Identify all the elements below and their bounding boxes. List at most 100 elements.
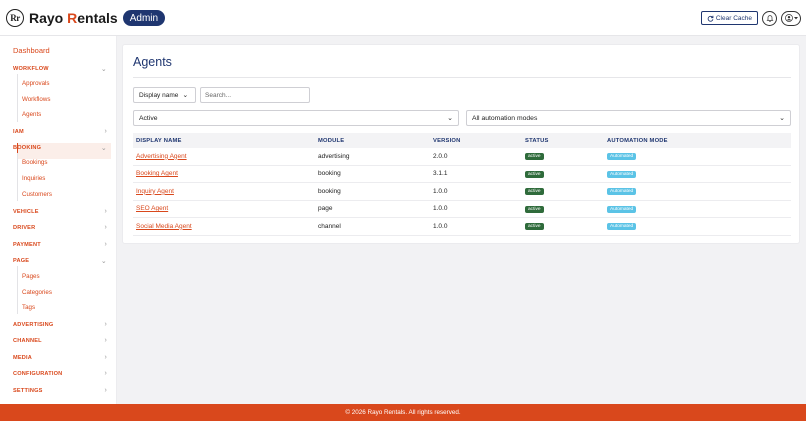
section-label: DRIVER <box>13 224 36 231</box>
sidebar-item-approvals[interactable]: Approvals <box>22 80 110 87</box>
module-cell: advertising <box>318 152 350 160</box>
search-input[interactable] <box>200 87 310 103</box>
chevron-right-icon: › <box>104 337 107 344</box>
sidebar-section-payment[interactable]: PAYMENT › <box>13 241 107 248</box>
brand-r: R <box>67 10 78 26</box>
table-row: Social Media Agent channel 1.0.0 active … <box>133 218 791 236</box>
sidebar-section-workflow[interactable]: WORKFLOW ⌄ <box>13 65 107 73</box>
automation-badge: Automated <box>607 205 637 213</box>
section-label: IAM <box>13 128 24 135</box>
status-badge: active <box>525 188 544 196</box>
module-cell: booking <box>318 170 341 178</box>
section-label: ADVERTISING <box>13 321 54 328</box>
chevron-down-icon: ⌄ <box>779 115 785 122</box>
status-badge: active <box>525 170 544 178</box>
sidebar-section-advertising[interactable]: ADVERTISING › <box>13 321 107 328</box>
table-row: Inquiry Agent booking 1.0.0 active Autom… <box>133 183 791 201</box>
table-row: Advertising Agent advertising 2.0.0 acti… <box>133 148 791 166</box>
chevron-down-icon: ⌄ <box>447 115 453 122</box>
section-label: BOOKING <box>13 145 42 151</box>
brand-first: Rayo <box>29 10 68 26</box>
sidebar-item-tags[interactable]: Tags <box>22 304 110 311</box>
submenu-line <box>17 153 18 201</box>
sidebar-section-booking[interactable]: BOOKING ⌄ <box>13 144 107 152</box>
section-label: PAGE <box>13 258 30 264</box>
caret-down-icon <box>793 17 798 20</box>
sort-select[interactable]: Display name ⌄ <box>133 87 196 103</box>
sidebar-section-media[interactable]: MEDIA › <box>13 354 107 361</box>
section-label: PAYMENT <box>13 241 41 248</box>
version-cell: 1.0.0 <box>433 187 448 195</box>
sidebar-item-inquiries[interactable]: Inquiries <box>22 175 110 182</box>
agents-card: Agents Display name ⌄ Active ⌄ All autom… <box>122 44 800 244</box>
admin-badge: Admin <box>122 10 166 26</box>
column-header[interactable]: DISPLAY NAME <box>133 138 318 144</box>
chevron-right-icon: › <box>104 387 107 394</box>
sidebar: Dashboard WORKFLOW ⌄ Approvals Workflows … <box>0 36 117 404</box>
agent-link[interactable]: Inquiry Agent <box>136 188 174 195</box>
clear-cache-button[interactable]: Clear Cache <box>700 11 758 25</box>
module-cell: booking <box>318 187 341 195</box>
column-header[interactable]: AUTOMATION MODE <box>607 138 791 144</box>
title-divider <box>133 77 791 78</box>
header-actions: Clear Cache <box>700 10 801 26</box>
version-cell: 3.1.1 <box>433 170 448 178</box>
table-row: SEO Agent page 1.0.0 active Automated <box>133 201 791 218</box>
automation-mode-value: All automation modes <box>472 114 538 122</box>
sidebar-section-iam[interactable]: IAM › <box>13 128 107 135</box>
status-filter-select[interactable]: Active ⌄ <box>133 110 459 126</box>
logo-icon: Rr <box>6 9 24 27</box>
sidebar-section-page[interactable]: PAGE ⌄ <box>13 257 107 265</box>
notifications-button[interactable] <box>762 10 777 26</box>
agent-link[interactable]: Social Media Agent <box>136 223 192 230</box>
sidebar-item-dashboard[interactable]: Dashboard <box>13 46 130 55</box>
chevron-right-icon: › <box>104 241 107 248</box>
automation-badge: Automated <box>607 223 637 231</box>
chevron-down-icon: ⌄ <box>100 258 107 265</box>
section-label: VEHICLE <box>13 208 39 215</box>
column-header[interactable]: MODULE <box>318 138 433 144</box>
sidebar-item-customers[interactable]: Customers <box>22 191 110 198</box>
agent-link[interactable]: Advertising Agent <box>136 153 187 160</box>
sidebar-section-driver[interactable]: DRIVER › <box>13 224 107 231</box>
table-header: DISPLAY NAME MODULE VERSION STATUS AUTOM… <box>133 133 791 148</box>
sidebar-section-vehicle[interactable]: VEHICLE › <box>13 208 107 215</box>
automation-badge: Automated <box>607 170 637 178</box>
bell-icon <box>765 15 774 22</box>
brand[interactable]: Rr Rayo Rentals Admin <box>6 8 166 28</box>
chevron-right-icon: › <box>104 224 107 231</box>
column-header[interactable]: STATUS <box>525 138 607 144</box>
page-title: Agents <box>133 55 172 69</box>
sidebar-item-pages[interactable]: Pages <box>22 273 110 280</box>
chevron-down-icon: ⌄ <box>100 145 107 152</box>
sidebar-item-categories[interactable]: Categories <box>22 289 110 296</box>
column-header[interactable]: VERSION <box>433 138 525 144</box>
brand-rest: entals <box>77 10 118 26</box>
automation-mode-select[interactable]: All automation modes ⌄ <box>466 110 791 126</box>
brand-name: Rayo Rentals <box>29 10 118 26</box>
table-row: Booking Agent booking 3.1.1 active Autom… <box>133 166 791 183</box>
user-icon <box>784 14 793 22</box>
automation-badge: Automated <box>607 188 637 196</box>
user-menu-button[interactable] <box>781 10 801 26</box>
agents-table: DISPLAY NAME MODULE VERSION STATUS AUTOM… <box>133 133 791 236</box>
chevron-right-icon: › <box>104 128 107 135</box>
status-badge: active <box>525 223 544 231</box>
version-cell: 2.0.0 <box>433 152 448 160</box>
sidebar-item-workflows[interactable]: Workflows <box>22 96 110 103</box>
version-cell: 1.0.0 <box>433 205 448 213</box>
sidebar-section-configuration[interactable]: CONFIGURATION › <box>13 370 107 377</box>
sidebar-section-settings[interactable]: SETTINGS › <box>13 387 107 394</box>
automation-badge: Automated <box>607 153 637 161</box>
agent-link[interactable]: Booking Agent <box>136 170 178 177</box>
sidebar-item-agents[interactable]: Agents <box>22 111 110 118</box>
chevron-right-icon: › <box>104 370 107 377</box>
module-cell: channel <box>318 222 341 230</box>
status-filter-value: Active <box>139 114 158 122</box>
status-badge: active <box>525 205 544 213</box>
agent-link[interactable]: SEO Agent <box>136 205 168 212</box>
status-badge: active <box>525 153 544 161</box>
chevron-right-icon: › <box>104 321 107 328</box>
sidebar-section-channel[interactable]: CHANNEL › <box>13 337 107 344</box>
sidebar-item-bookings[interactable]: Bookings <box>22 159 110 166</box>
